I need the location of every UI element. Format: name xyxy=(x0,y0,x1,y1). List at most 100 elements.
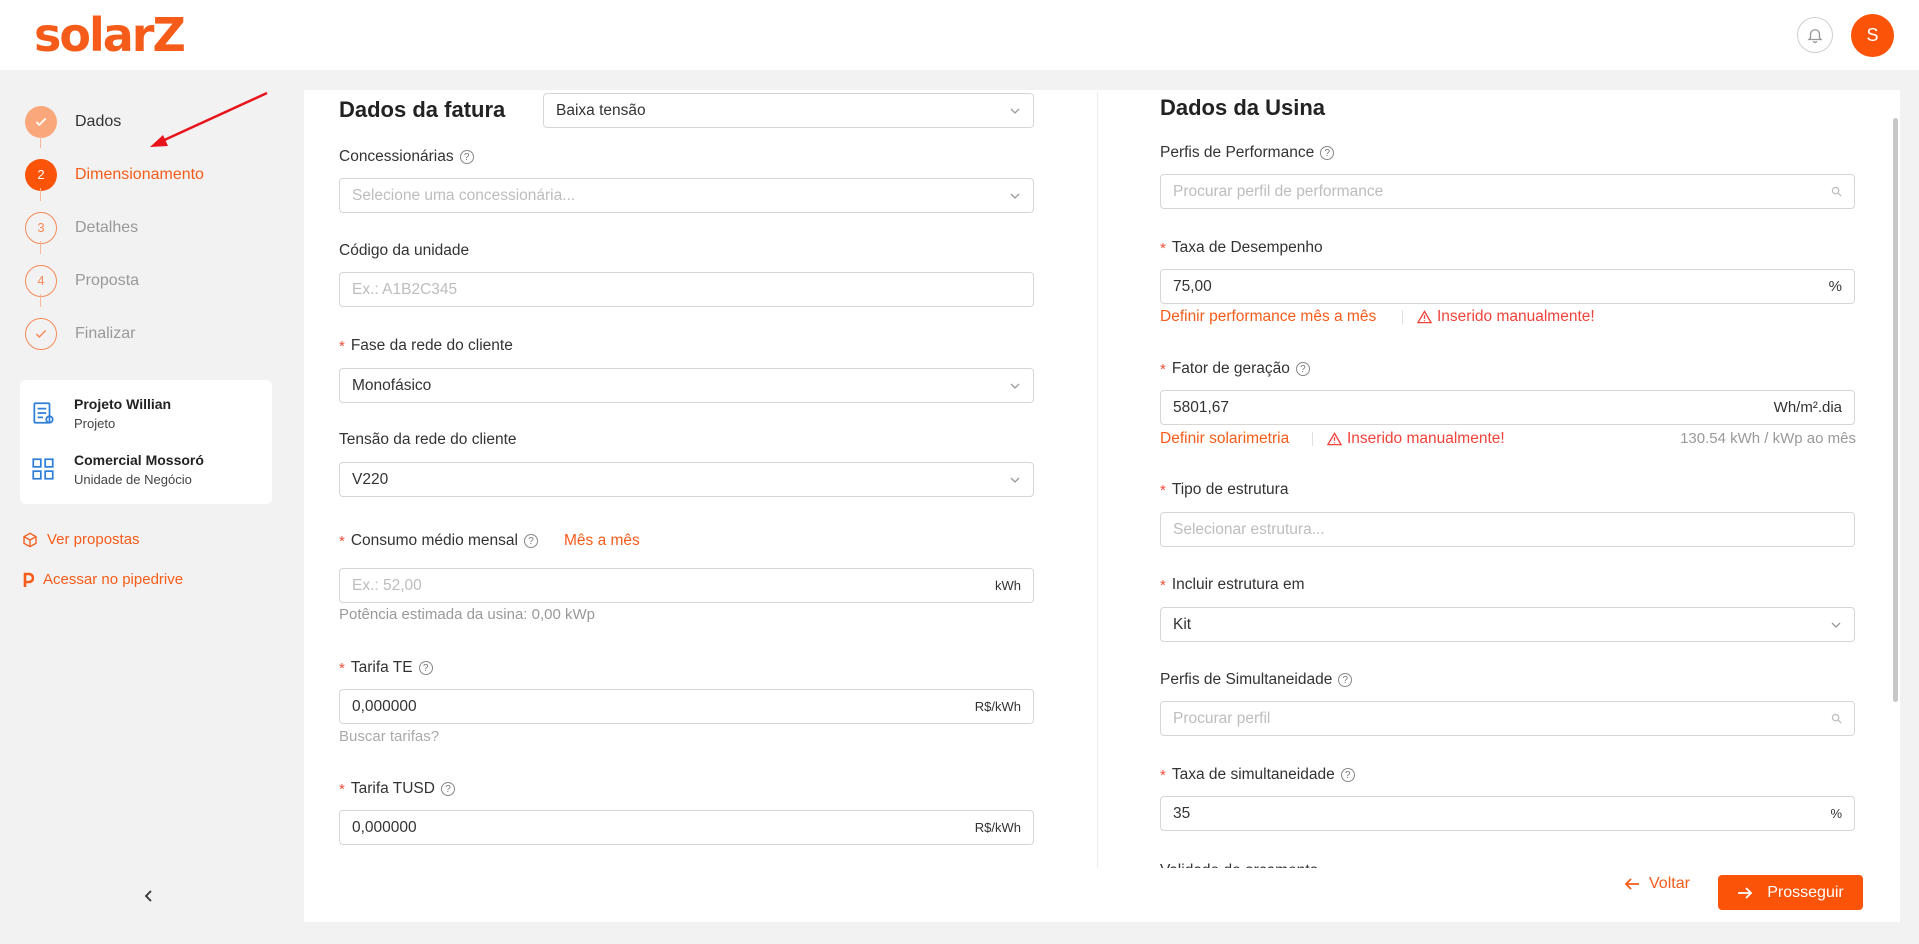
business-unit-info[interactable]: Comercial Mossoró Unidade de Negócio xyxy=(30,452,204,487)
top-bar: solarZ S xyxy=(0,0,1919,70)
invoice-title: Dados da fatura xyxy=(339,97,506,122)
step-finalizar[interactable]: Finalizar xyxy=(25,307,204,360)
chevron-down-icon xyxy=(1010,193,1020,199)
perf-rate-unit: % xyxy=(1828,278,1842,295)
phase-select[interactable]: Monofásico xyxy=(339,368,1034,403)
view-proposals-link[interactable]: Ver propostas xyxy=(22,531,140,548)
plant-title: Dados da Usina xyxy=(1160,95,1326,120)
unit-code-label: Código da unidade xyxy=(339,242,470,259)
separator xyxy=(1402,310,1403,324)
help-icon[interactable]: ? xyxy=(1338,673,1353,687)
search-icon xyxy=(1831,713,1842,724)
required-marker: * xyxy=(339,780,345,798)
grid-icon xyxy=(32,458,54,480)
wizard-steps: Dados 2 Dimensionamento 3 Detalhes 4 Pro… xyxy=(25,95,204,360)
pipedrive-label: Acessar no pipedrive xyxy=(43,571,184,588)
step-label: Dimensionamento xyxy=(75,165,204,183)
collapse-sidebar-icon[interactable] xyxy=(141,888,157,904)
help-icon[interactable]: ? xyxy=(1295,362,1310,376)
structure-select[interactable]: Selecionar estrutura... xyxy=(1160,512,1855,547)
include-structure-label: Incluir estrutura em xyxy=(1171,576,1305,593)
structure-label-row: * Tipo de estrutura xyxy=(1160,481,1288,499)
pipedrive-link[interactable]: Acessar no pipedrive xyxy=(22,571,183,588)
solarz-logo[interactable]: solarZ xyxy=(34,8,186,62)
consumption-label-row: * Consumo médio mensal? xyxy=(339,532,538,550)
notifications-bell-icon[interactable] xyxy=(1797,17,1833,53)
step-connector xyxy=(40,135,41,148)
perf-monthly-link[interactable]: Definir performance mês a mês xyxy=(1160,308,1376,326)
step-proposta[interactable]: 4 Proposta xyxy=(25,254,204,307)
simult-rate-input[interactable]: 35 % xyxy=(1160,796,1855,831)
chevron-down-icon xyxy=(1010,108,1020,114)
monthly-yield-text: 130.54 kWh / kWp ao mês xyxy=(1680,430,1856,447)
step-dimensionamento[interactable]: 2 Dimensionamento xyxy=(25,148,204,201)
perf-rate-input[interactable]: 75,00 % xyxy=(1160,269,1855,304)
te-unit: R$/kWh xyxy=(974,699,1021,714)
warning-icon xyxy=(1327,432,1342,446)
perf-rate-label: Taxa de Desempenho xyxy=(1171,239,1323,256)
required-marker: * xyxy=(1160,360,1166,378)
perf-rate-value: 75,00 xyxy=(1173,277,1212,295)
help-icon[interactable]: ? xyxy=(418,661,433,675)
solarimetry-link[interactable]: Definir solarimetria xyxy=(1160,430,1289,448)
separator xyxy=(1312,432,1313,446)
tusd-unit: R$/kWh xyxy=(974,820,1021,835)
required-marker: * xyxy=(339,659,345,677)
step-dados[interactable]: Dados xyxy=(25,95,204,148)
check-icon xyxy=(25,105,57,138)
manual-warning: Inserido manualmente! xyxy=(1417,308,1595,326)
simult-profiles-search[interactable]: Procurar perfil xyxy=(1160,701,1855,736)
help-icon[interactable]: ? xyxy=(1320,146,1335,160)
consumption-input[interactable]: Ex.: 52,00 kWh xyxy=(339,568,1034,603)
perf-profiles-search[interactable]: Procurar perfil de performance xyxy=(1160,174,1855,209)
step-connector xyxy=(40,241,41,254)
unit-code-input[interactable]: Ex.: A1B2C345 xyxy=(339,272,1034,307)
tusd-label-row: * Tarifa TUSD? xyxy=(339,780,455,798)
te-input[interactable]: 0,000000 R$/kWh xyxy=(339,689,1034,724)
search-icon xyxy=(1831,186,1842,197)
view-proposals-label: Ver propostas xyxy=(47,531,140,548)
phase-label: Fase da rede do cliente xyxy=(350,337,513,354)
required-marker: * xyxy=(339,337,345,355)
phase-value: Monofásico xyxy=(352,376,432,394)
voltage-type-select[interactable]: Baixa tensão xyxy=(543,93,1034,128)
help-icon[interactable]: ? xyxy=(440,782,455,796)
help-icon[interactable]: ? xyxy=(459,150,474,164)
gen-factor-label-row: * Fator de geração? xyxy=(1160,360,1310,378)
chevron-down-icon xyxy=(1831,622,1841,628)
te-value: 0,000000 xyxy=(352,697,417,715)
check-icon xyxy=(25,317,57,350)
client-voltage-select[interactable]: V220 xyxy=(339,462,1034,497)
scrollbar[interactable] xyxy=(1893,118,1898,702)
monthly-consumption-link[interactable]: Mês a mês xyxy=(564,532,640,550)
arrow-left-icon xyxy=(1624,878,1639,890)
simult-profiles-label-row: Perfis de Simultaneidade? xyxy=(1160,671,1353,689)
back-button[interactable]: Voltar xyxy=(1624,875,1690,893)
tusd-input[interactable]: 0,000000 R$/kWh xyxy=(339,810,1034,845)
gen-factor-unit: Wh/m².dia xyxy=(1773,399,1842,416)
business-name: Comercial Mossoró xyxy=(74,452,204,468)
gen-factor-label: Fator de geração xyxy=(1171,360,1290,377)
user-avatar[interactable]: S xyxy=(1851,14,1894,57)
search-tariffs-link[interactable]: Buscar tarifas? xyxy=(339,728,439,745)
utility-label: Concessionárias xyxy=(339,148,454,165)
gen-factor-input[interactable]: 5801,67 Wh/m².dia xyxy=(1160,390,1855,425)
help-icon[interactable]: ? xyxy=(523,534,538,548)
step-connector xyxy=(40,294,41,307)
client-voltage-label: Tensão da rede do cliente xyxy=(339,431,517,448)
consumption-placeholder: Ex.: 52,00 xyxy=(352,576,422,594)
chevron-down-icon xyxy=(1010,383,1020,389)
arrow-right-icon xyxy=(1738,886,1753,899)
te-label-row: * Tarifa TE? xyxy=(339,659,433,677)
help-icon[interactable]: ? xyxy=(1340,768,1355,782)
simult-profiles-label: Perfis de Simultaneidade xyxy=(1160,671,1333,688)
include-structure-select[interactable]: Kit xyxy=(1160,607,1855,642)
utility-select[interactable]: Selecione uma concessionária... xyxy=(339,178,1034,213)
project-info[interactable]: Projeto Willian Projeto xyxy=(30,396,171,431)
structure-placeholder: Selecionar estrutura... xyxy=(1173,520,1325,538)
tusd-label: Tarifa TUSD xyxy=(350,780,435,797)
phase-label-row: * Fase da rede do cliente xyxy=(339,337,513,355)
step-detalhes[interactable]: 3 Detalhes xyxy=(25,201,204,254)
back-label: Voltar xyxy=(1649,875,1690,892)
next-button[interactable]: Prosseguir xyxy=(1718,875,1863,910)
